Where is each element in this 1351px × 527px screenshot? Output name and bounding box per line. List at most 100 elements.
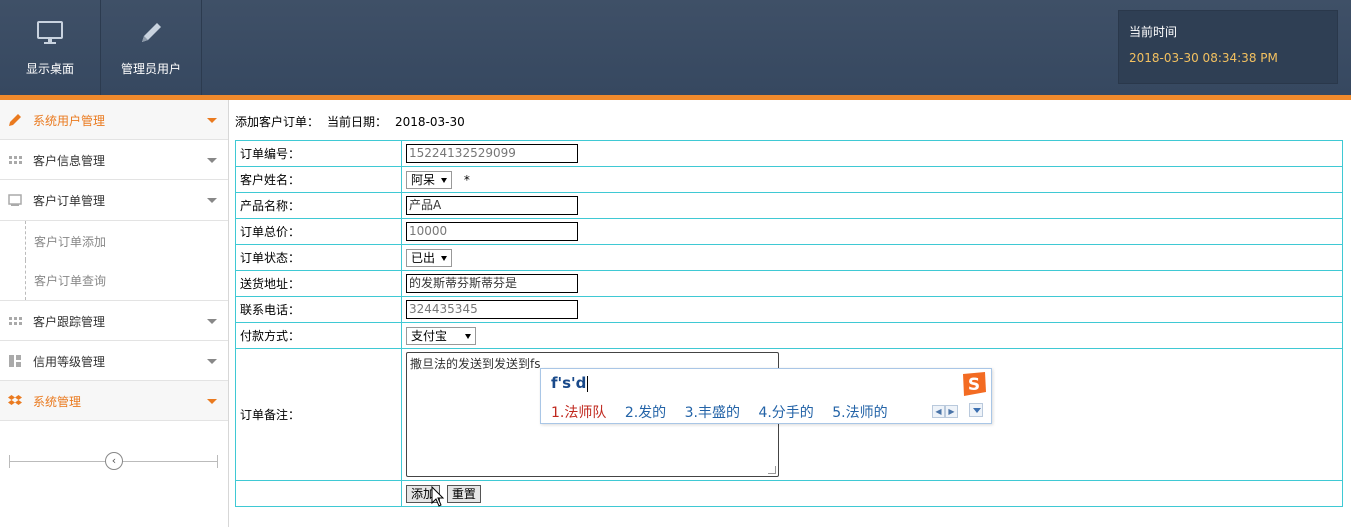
chevron-left-icon: ‹ — [111, 454, 117, 467]
chevron-down-icon — [207, 198, 217, 203]
monitor-icon — [37, 21, 63, 44]
sidebar-item-system-management[interactable]: 系统管理 — [0, 381, 228, 421]
sidebar-item-customer-orders[interactable]: 客户订单管理 — [0, 180, 228, 220]
divider-tick — [217, 455, 218, 468]
current-time-box: 当前时间 2018-03-30 08:34:38 PM — [1118, 10, 1338, 84]
resize-grip-icon[interactable] — [768, 466, 776, 474]
payment-select[interactable]: 支付宝 — [406, 326, 477, 345]
empty-cell — [235, 480, 402, 507]
payment-label: 付款方式： — [235, 322, 402, 349]
form-row-total: 订单总价： 10000 — [235, 218, 1343, 245]
ime-candidate[interactable]: 4.分手的 — [758, 405, 813, 421]
sidebar-item-label: 客户信息管理 — [33, 154, 106, 168]
order-form: 订单编号： 15224132529099 客户姓名： 阿呆 * 产品名称： 产品… — [235, 140, 1343, 507]
ime-candidate[interactable]: 3.丰盛的 — [685, 405, 740, 421]
tree-line — [25, 221, 26, 260]
order-no-input[interactable]: 15224132529099 — [406, 144, 578, 163]
chevron-down-icon — [207, 118, 217, 123]
order-total-input[interactable]: 10000 — [406, 222, 578, 241]
ime-candidate-popup: f's'd 1.法师队 2.发的 3.丰盛的 4.分手的 5.法师的 ◀ ▶ S — [540, 368, 992, 424]
form-row-product: 产品名称： 产品A — [235, 192, 1343, 219]
product-name-input[interactable]: 产品A — [406, 196, 578, 215]
tree-line — [25, 260, 26, 300]
ime-next-page-icon[interactable]: ▶ — [945, 405, 958, 418]
remark-label: 订单备注： — [235, 348, 402, 481]
order-no-label: 订单编号： — [235, 140, 402, 167]
current-date-label: 当前日期： — [327, 115, 388, 129]
address-label: 送货地址： — [235, 270, 402, 297]
payment-value: 支付宝 — [411, 328, 448, 343]
sidebar-subitem-order-query[interactable]: 客户订单查询 — [0, 260, 228, 300]
product-name-label: 产品名称： — [235, 192, 402, 219]
sogou-logo-icon: S — [963, 372, 986, 396]
divider-tick — [9, 455, 10, 468]
grid-icon — [9, 317, 22, 325]
required-mark: * — [463, 172, 470, 187]
ime-candidate[interactable]: 5.法师的 — [832, 405, 887, 421]
reset-button[interactable]: 重置 — [446, 484, 481, 503]
sidebar-item-customer-info[interactable]: 客户信息管理 — [0, 140, 228, 180]
order-status-select[interactable]: 已出 — [406, 248, 453, 267]
order-total-label: 订单总价： — [235, 218, 402, 245]
ime-candidate[interactable]: 1.法师队 — [551, 405, 606, 421]
mouse-cursor-icon — [431, 486, 445, 507]
order-status-label: 订单状态： — [235, 244, 402, 271]
remark-text: 撒旦法的发送到发送到fs — [410, 357, 541, 371]
top-header: 显示桌面 管理员用户 当前时间 2018-03-30 08:34:38 PM — [0, 0, 1351, 95]
sidebar-subitem-label: 客户订单添加 — [34, 235, 107, 249]
current-time-label: 当前时间 — [1129, 25, 1178, 39]
sidebar: 系统用户管理 客户信息管理 客户订单管理 客户订单添加 客户订单查询 客户跟踪管… — [0, 100, 229, 527]
form-row-payment: 付款方式： 支付宝 — [235, 322, 1343, 349]
customer-name-select[interactable]: 阿呆 — [406, 170, 453, 189]
sidebar-subitem-order-add[interactable]: 客户订单添加 — [0, 220, 228, 260]
chevron-down-icon — [207, 158, 217, 163]
form-row-actions: 添加 重置 — [235, 480, 1343, 507]
grid-icon — [9, 156, 22, 164]
order-submenu: 客户订单添加 客户订单查询 — [0, 220, 228, 301]
order-status-value: 已出 — [411, 250, 436, 265]
current-time-value: 2018-03-30 08:34:38 PM — [1129, 51, 1278, 65]
sidebar-item-label: 客户订单管理 — [33, 194, 106, 208]
sidebar-item-credit-level[interactable]: 信用等级管理 — [0, 341, 228, 381]
form-row-status: 订单状态： 已出 — [235, 244, 1343, 271]
ime-prev-page-icon[interactable]: ◀ — [932, 405, 945, 418]
screen-icon — [8, 194, 22, 206]
ime-composition: f's'd — [551, 374, 589, 392]
ime-candidate[interactable]: 2.发的 — [625, 405, 666, 421]
pencil-icon — [9, 114, 21, 126]
sidebar-item-label: 信用等级管理 — [33, 355, 106, 369]
dropdown-arrow-icon — [441, 177, 448, 183]
show-desktop-button[interactable]: 显示桌面 — [0, 0, 101, 95]
phone-label: 联系电话： — [235, 296, 402, 323]
ime-composition-text: f's'd — [551, 374, 587, 392]
phone-input[interactable]: 324435345 — [406, 300, 578, 319]
ime-candidate-list: 1.法师队 2.发的 3.丰盛的 4.分手的 5.法师的 — [551, 402, 902, 422]
sidebar-subitem-label: 客户订单查询 — [34, 274, 107, 288]
sidebar-item-system-users[interactable]: 系统用户管理 — [0, 100, 228, 140]
sogou-logo-letter: S — [968, 375, 980, 395]
dropbox-icon — [8, 395, 22, 405]
ime-pager: ◀ ▶ — [932, 403, 958, 418]
form-row-customer: 客户姓名： 阿呆 * — [235, 166, 1343, 193]
collapse-sidebar-button[interactable]: ‹ — [105, 452, 123, 470]
form-row-phone: 联系电话： 324435345 — [235, 296, 1343, 323]
chevron-down-icon — [207, 359, 217, 364]
customer-name-label: 客户姓名： — [235, 166, 402, 193]
address-input[interactable]: 的发斯蒂芬斯蒂芬是 — [406, 274, 578, 293]
sidebar-item-customer-tracking[interactable]: 客户跟踪管理 — [0, 301, 228, 341]
dropdown-arrow-icon — [441, 255, 448, 261]
customer-name-value: 阿呆 — [411, 172, 436, 187]
page-title-text: 添加客户订单： — [235, 115, 320, 129]
chevron-down-icon — [207, 399, 217, 404]
admin-user-label: 管理员用户 — [120, 62, 181, 76]
ime-expand-icon[interactable] — [969, 403, 983, 417]
chevron-down-icon — [207, 319, 217, 324]
show-desktop-label: 显示桌面 — [25, 62, 74, 76]
form-row-order-no: 订单编号： 15224132529099 — [235, 140, 1343, 167]
form-row-address: 送货地址： 的发斯蒂芬斯蒂芬是 — [235, 270, 1343, 297]
page-title: 添加客户订单： 当前日期： 2018-03-30 — [235, 113, 473, 130]
admin-user-button[interactable]: 管理员用户 — [101, 0, 202, 95]
sidebar-collapse-row: ‹ — [0, 421, 228, 471]
text-caret — [587, 375, 589, 392]
sidebar-item-label: 系统管理 — [33, 395, 82, 409]
